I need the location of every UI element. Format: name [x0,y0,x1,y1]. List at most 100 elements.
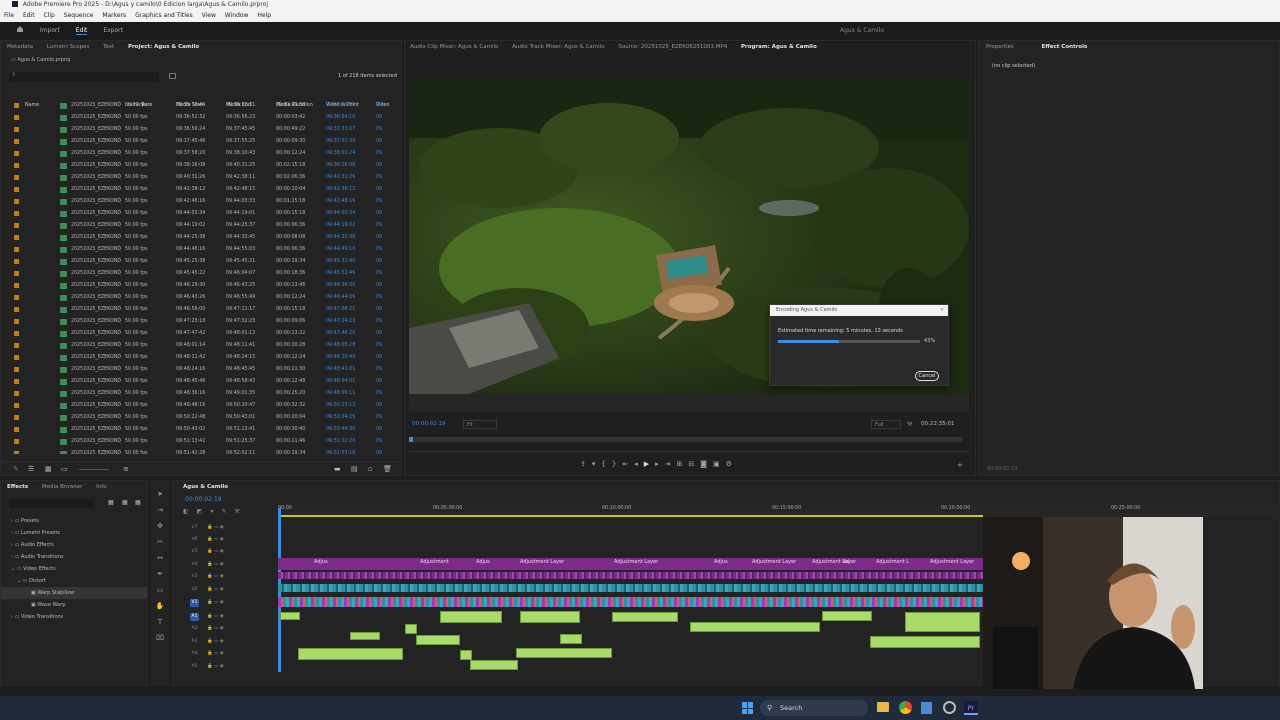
rectangle-tool-icon[interactable]: ▭ [150,582,170,598]
v2-clips[interactable] [278,584,983,592]
hand-tool-icon[interactable]: ✋ [150,598,170,614]
selection-tool-icon[interactable]: ➤ [150,486,170,502]
table-row[interactable]: 20251025_EZEKOND 50.00 fps 09:48:11:42 09:4… [1,352,401,364]
table-row[interactable]: 20251025_EZEKOND 50.00 fps 09:47:23:18 09:4… [1,316,401,328]
track-header-v5[interactable]: V5 🔒 ▭ ◉ [178,546,274,558]
workspace-edit[interactable]: Edit [75,27,88,35]
track-header-a5[interactable]: A5 🔒 ▭ ◉ [178,661,274,673]
tree-wave-warp[interactable]: ▣ Wave Warp [1,599,147,611]
marker-icon[interactable]: ▾ [592,460,602,468]
table-row[interactable]: 20251025_EZEKOND 50.00 fps 09:48:45:46 09:4… [1,376,401,388]
tree-distort[interactable]: ⌄ ▭ Distort [1,575,147,587]
menu-markers[interactable]: Markers [102,12,126,19]
slip-tool-icon[interactable]: ↔ [150,550,170,566]
tab-sequence[interactable]: Agus & Camilo [183,484,228,490]
tree-video-transitions[interactable]: › ▭ Video Transitions [1,611,147,623]
audio-clip[interactable] [405,624,417,634]
bin-new-icon[interactable]: ▬ [334,465,341,473]
track-name[interactable]: V1 [190,599,199,607]
menu-help[interactable]: Help [257,12,271,19]
adjustment-layer-clip[interactable]: Ad [843,559,850,565]
adjustment-layer-clip[interactable]: Adjus [714,559,728,565]
track-header-a2[interactable]: A2 🔒 ▭ ◉ [178,623,274,635]
table-row[interactable]: 20251025_EZEKOND 50.00 fps 09:40:31:26 09:4… [1,172,401,184]
taskbar-search[interactable]: ⚲ Search [760,700,868,716]
tab-info[interactable]: Info [96,484,106,490]
table-row[interactable]: 20251025_EZEKOND 50.00 fps 09:51:42:28 09:5… [1,448,401,454]
track-name[interactable]: V4 [190,561,199,569]
track-controls[interactable]: 🔒 ▭ ◉ [207,600,224,605]
table-row[interactable]: 20251025_EZEKOND 50.00 fps 09:44:03:34 09:4… [1,208,401,220]
table-row[interactable]: 20251025_EZEKOND 50.00 fps 09:37:58:20 09:3… [1,148,401,160]
add-marker-icon[interactable]: ▾ [210,508,221,515]
tab-lumetri-scopes[interactable]: Lumetri Scopes [47,44,90,50]
audio-clip[interactable] [905,612,980,632]
v3-clips[interactable] [278,572,983,579]
settings-app-icon[interactable] [943,701,956,714]
track-name[interactable]: V7 [190,524,199,532]
list-view-icon[interactable]: ☰ [28,465,34,473]
type-tool-icon[interactable]: T [150,614,170,630]
accelerated-icon[interactable]: ▦ [108,499,114,506]
notepad-icon[interactable] [921,702,932,714]
table-row[interactable]: 20251025_EZEKOND 50.00 fps 09:49:48:16 09:5… [1,400,401,412]
tab-effect-controls[interactable]: Effect Controls [1042,44,1088,50]
fit-select[interactable]: Fit [463,420,497,429]
tab-properties[interactable]: Properties [986,44,1014,50]
tab-source[interactable]: Source: 20251025_EZEK06251003.MP4 [618,44,727,50]
track-controls[interactable]: 🔒 ▭ ◉ [207,626,224,631]
table-row[interactable]: 20251025_EZEKOND 50.00 fps 09:42:48:16 09:4… [1,196,401,208]
track-header-v1[interactable]: V1 🔒 ▭ ◉ [178,597,274,609]
track-controls[interactable]: 🔒 ▭ ◉ [207,525,224,530]
tree-lumetri-presets[interactable]: › ▭ Lumetri Presets [1,527,147,539]
table-row[interactable]: 20251025_EZEKOND 50.00 fps 09:50:22:48 09:5… [1,412,401,424]
pen-tool-icon[interactable]: ✒ [150,566,170,582]
track-controls[interactable]: 🔒 ▭ ◉ [207,664,224,669]
caption-tool-icon[interactable]: ⌧ [150,630,170,646]
bin-icon[interactable] [169,73,176,79]
table-row[interactable]: 20251025_EZEKOND 50.00 fps 09:37:45:46 09:3… [1,136,401,148]
table-row[interactable]: 20251025_EZEKOND 50.00 fps 09:36:56:24 09:3… [1,124,401,136]
close-icon[interactable]: × [940,307,944,313]
track-name[interactable]: A2 [190,625,199,633]
track-controls[interactable]: 🔒 ▭ ◉ [207,562,224,567]
track-select-tool-icon[interactable]: ⇥ [150,502,170,518]
freeform-view-icon[interactable]: ▭ [61,465,68,473]
table-row[interactable]: 20251025_EZEKOND 50.00 fps 09:35:10:44 09:3… [1,100,401,112]
adjustment-layer-clip[interactable]: Adjustment Layer [520,559,564,565]
track-name[interactable]: A5 [190,663,199,671]
track-controls[interactable]: 🔒 ▭ ◉ [207,549,224,554]
work-area-bar[interactable] [278,515,983,517]
track-header-v4[interactable]: V4 🔒 ▭ ◉ [178,559,274,571]
track-name[interactable]: A1 [190,613,199,621]
menu-sequence[interactable]: Sequence [64,12,94,19]
menu-view[interactable]: View [202,12,216,19]
razor-tool-icon[interactable]: ✂ [150,534,170,550]
go-to-out-icon[interactable]: ⇥ [665,460,677,468]
audio-clip[interactable] [822,611,872,621]
table-row[interactable]: 20251025_EZEKOND 50.00 fps 09:36:52:32 09:3… [1,112,401,124]
adjustment-layer-clip[interactable]: Adjustment Layer [930,559,974,565]
adjustment-layer-clip[interactable]: Adjustment L [876,559,909,565]
timeline-ruler[interactable]: 00:00 00:05:00:00 00:10:00:00 00:15:00:0… [278,505,1280,517]
linked-selection-icon[interactable]: ◩ [197,508,211,515]
workspace-import[interactable]: Import [40,27,60,34]
yuv-icon[interactable]: ▦ [135,499,141,506]
program-timecode[interactable]: 00:00:02:19 [412,421,446,427]
audio-clip[interactable] [870,636,980,648]
table-row[interactable]: 20251025_EZEKOND 50.00 fps 09:48:01:14 09:4… [1,340,401,352]
track-header-v6[interactable]: V6 🔒 ▭ ◉ [178,534,274,546]
track-controls[interactable]: 🔒 ▭ ◉ [207,587,224,592]
audio-clip[interactable] [460,650,472,660]
lift-icon[interactable]: ⇪ [580,460,592,468]
audio-clip[interactable] [280,612,300,620]
timeline-settings-icon[interactable]: ✎ [221,508,234,515]
icon-view-icon[interactable]: ▦ [45,465,52,473]
table-row[interactable]: 20251025_EZEKOND 50.00 fps 09:48:36:16 09:4… [1,388,401,400]
table-row[interactable]: 20251025_EZEKOND 50.00 fps 09:48:24:16 09:4… [1,364,401,376]
out-point-icon[interactable]: } [612,460,622,468]
menu-file[interactable]: File [4,12,14,19]
adjustment-layer-clip[interactable]: Adjustment Layer [752,559,796,565]
track-controls[interactable]: 🔒 ▭ ◉ [207,614,224,619]
audio-clip[interactable] [560,634,582,644]
